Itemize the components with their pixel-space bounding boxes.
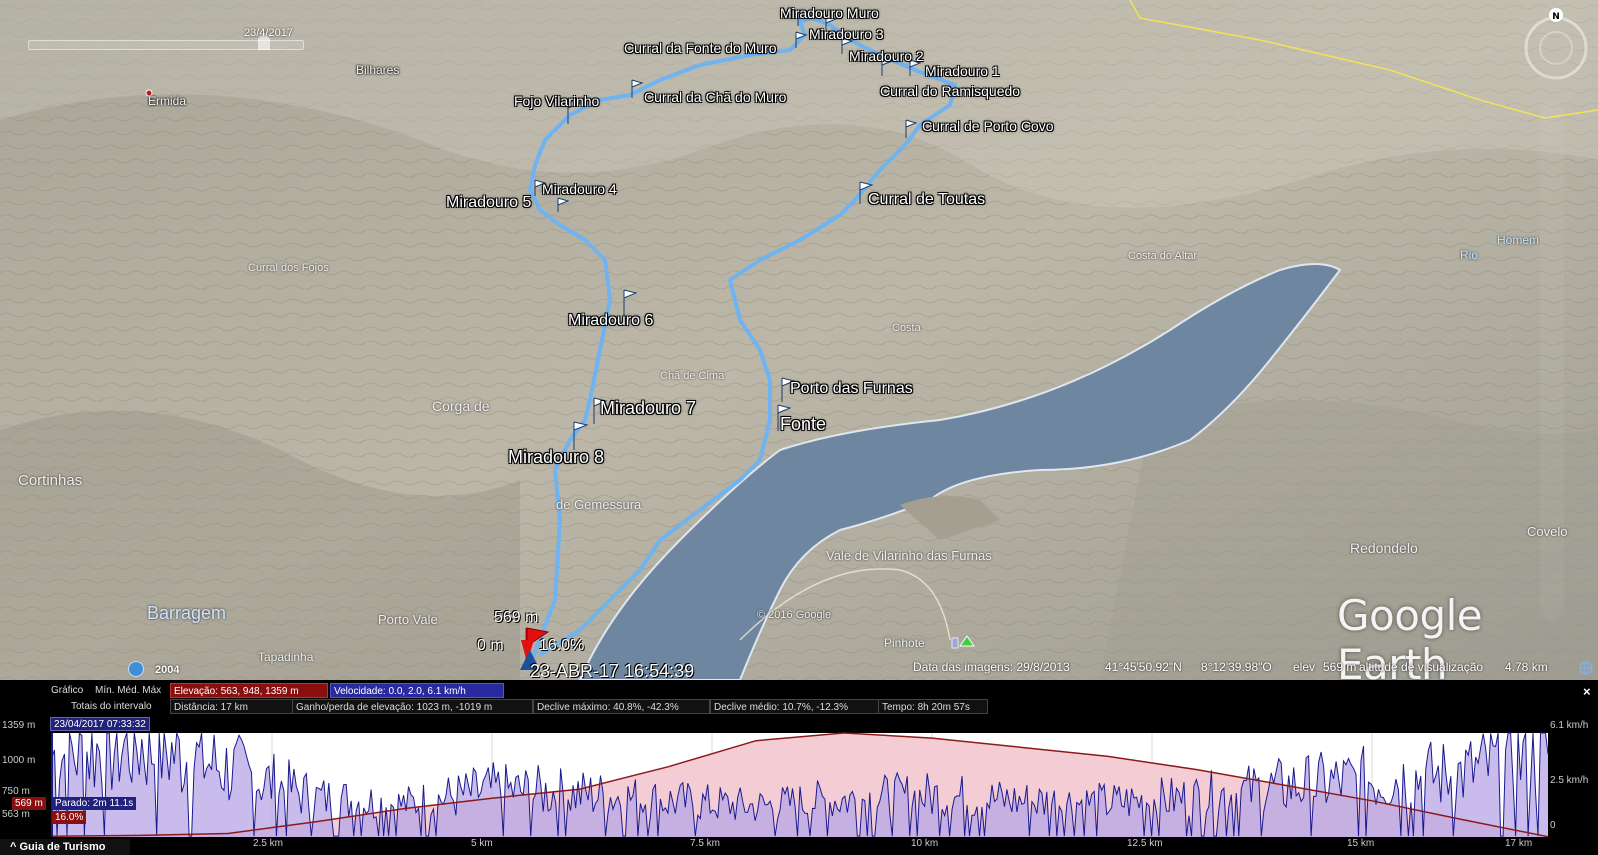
waypoint-label[interactable]: Curral de Porto Covo (922, 118, 1054, 134)
historical-year: 2004 (155, 664, 180, 676)
image-date: Data das imagens: 29/8/2013 (913, 660, 1070, 674)
x-tick: 15 km (1347, 838, 1375, 849)
cursor-timestamp: 23-ABR-17 16:54:39 (530, 661, 695, 680)
compass-north: N (1552, 12, 1560, 22)
historical-imagery-icon[interactable] (128, 661, 144, 677)
eye-altitude-value: 4.78 km (1505, 660, 1548, 674)
place-label: Costa do Altar (1128, 250, 1198, 262)
elevation-profile-panel[interactable]: Gráfico Mín. Méd. Máx Elevação: 563, 948… (0, 680, 1598, 855)
elevation-chart[interactable] (0, 680, 1598, 855)
place-label: de Gemessura (556, 497, 642, 512)
place-label: Curral dos Fojos (248, 262, 329, 274)
status-bar: Data das imagens: 29/8/2013 41°45'50.92"… (905, 660, 1595, 678)
cursor-distance: 0 m (477, 637, 504, 654)
place-label: Cortinhas (18, 472, 83, 489)
waypoint-label[interactable]: Curral de Toutas (868, 191, 985, 209)
x-tick: 7.5 km (690, 838, 721, 849)
latitude: 41°45'50.92"N (1105, 660, 1182, 674)
place-label: Barragem (147, 603, 227, 623)
waypoint-label[interactable]: Miradouro 2 (849, 48, 924, 64)
place-label: Tapadinha (258, 650, 314, 664)
y-tick-left: 1000 m (2, 755, 36, 766)
globe-icon[interactable] (1578, 660, 1594, 676)
waypoint-label[interactable]: Miradouro 6 (568, 312, 653, 330)
y-tick-right: 6.1 km/h (1550, 720, 1589, 731)
place-label: Ermida (148, 94, 187, 108)
waypoint-label[interactable]: Miradouro 4 (542, 181, 617, 197)
y-tick-right: 2.5 km/h (1550, 775, 1589, 786)
y-tick-right: 0 (1550, 820, 1556, 831)
place-label: Costa (892, 322, 921, 334)
time-slider-date: 23/4/2017 (244, 27, 293, 39)
place-label: Redondelo (1350, 540, 1418, 556)
place-label: Chã de Cima (660, 370, 725, 382)
compass-control[interactable]: N (1520, 8, 1592, 80)
place-label: Vale de Vilarinho das Furnas (826, 548, 992, 563)
waypoint-label[interactable]: Miradouro 8 (508, 447, 604, 468)
place-label: Pinhote (884, 636, 925, 650)
place-label: Rio (1460, 248, 1479, 262)
eye-altitude-label: altitude de visualização (1359, 660, 1484, 674)
x-tick: 17 km (1505, 838, 1533, 849)
elevation-value: 569 m (1323, 660, 1357, 674)
cursor-elevation: 569 m (494, 609, 539, 626)
waypoint-label[interactable]: Miradouro 7 (600, 398, 696, 419)
waypoint-label[interactable]: Curral da Fonte do Muro (624, 40, 777, 56)
elevation-label: elev (1293, 660, 1316, 674)
waypoint-label[interactable]: Miradouro 1 (925, 63, 1000, 79)
waypoint-label[interactable]: Miradouro Muro (780, 5, 879, 21)
tour-guide-button[interactable]: ^ Guia de Turismo (0, 839, 130, 855)
copyright: © 2016 Google (757, 609, 832, 621)
x-tick: 12.5 km (1127, 838, 1163, 849)
cursor-elevation-tag: 569 m (12, 797, 46, 810)
terrain-canvas[interactable] (0, 0, 1598, 680)
place-label: Porto Vale (378, 612, 438, 627)
waypoint-label[interactable]: Curral do Ramisquedo (880, 83, 1020, 99)
place-label: Bilhares (356, 63, 400, 77)
waypoint-label[interactable]: Miradouro 5 (446, 194, 531, 212)
zoom-slider[interactable] (1540, 100, 1564, 620)
cursor-slope: 16.0% (539, 637, 585, 654)
stopped-tag: Parado: 2m 11.1s (52, 797, 137, 810)
map-view[interactable]: 23/4/2017 Bilhares Ermida Cortinhas Corg… (0, 0, 1598, 680)
x-tick: 5 km (471, 838, 493, 849)
place-label: Homem (1497, 233, 1540, 247)
place-label: Corga de (432, 398, 490, 414)
x-tick: 2.5 km (253, 838, 284, 849)
y-tick-left: 1359 m (2, 720, 36, 731)
cursor-slope-tag: 16.0% (52, 811, 87, 824)
y-tick-left: 750 m (2, 786, 30, 797)
waypoint-label[interactable]: Miradouro 3 (809, 26, 884, 42)
waypoint-label[interactable]: Fonte (780, 414, 826, 435)
waypoint-label[interactable]: Fojo Vilarinho (514, 93, 599, 109)
tour-guide-label: Guia de Turismo (19, 841, 106, 853)
x-tick: 10 km (911, 838, 939, 849)
longitude: 8°12'39.98"O (1201, 660, 1272, 674)
waypoint-label[interactable]: Porto das Furnas (790, 380, 913, 398)
y-tick-left: 563 m (2, 809, 30, 820)
waypoint-label[interactable]: Curral da Chã do Muro (644, 89, 786, 105)
